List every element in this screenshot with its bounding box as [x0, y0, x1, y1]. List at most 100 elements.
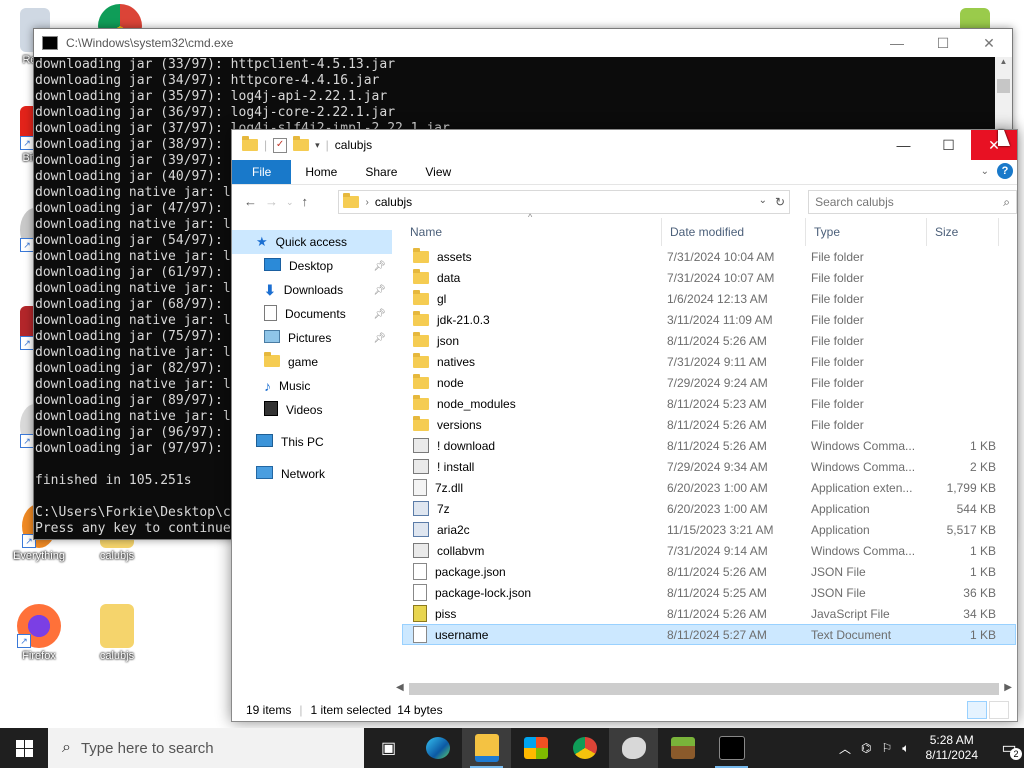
taskbar-chrome[interactable]	[560, 728, 609, 768]
tab-home[interactable]: Home	[291, 160, 351, 184]
file-row[interactable]: collabvm 7/31/2024 9:14 AM Windows Comma..…	[402, 540, 1016, 561]
firefox-desktop-icon[interactable]: ↗ Firefox	[4, 604, 74, 662]
file-row[interactable]: natives 7/31/2024 9:11 AM File folder	[402, 351, 1016, 372]
file-row[interactable]: piss 8/11/2024 5:26 AM JavaScript File 34 K…	[402, 603, 1016, 624]
file-row[interactable]: ! install 7/29/2024 9:34 AM Windows Comma.…	[402, 456, 1016, 477]
nav-item-quick-access[interactable]: ★ Quick access	[232, 230, 392, 254]
refresh-icon[interactable]: ↻	[775, 195, 785, 209]
minimize-icon[interactable]: —	[881, 130, 926, 160]
minimize-icon[interactable]: —	[874, 35, 920, 52]
search-input[interactable]: Search calubjs ⌕	[808, 190, 1017, 214]
taskbar-cmd[interactable]	[707, 728, 756, 768]
customize-dropdown-icon[interactable]: ▾	[315, 140, 320, 151]
properties-icon[interactable]: ✓	[273, 137, 288, 153]
chevron-right-icon[interactable]: ›	[365, 197, 368, 208]
file-row[interactable]: username 8/11/2024 5:27 AM Text Document 1 …	[402, 624, 1016, 645]
nav-item-downloads[interactable]: ⬇ Downloads 📌︎	[232, 278, 392, 302]
file-name-cell: 7z.dll	[403, 479, 663, 496]
file-row[interactable]: 7z 6/20/2023 1:00 AM Application 544 KB	[402, 498, 1016, 519]
file-type: File folder	[811, 396, 864, 411]
show-hidden-icons-icon[interactable]: ︿	[839, 740, 851, 757]
file-list-vertical-scrollbar[interactable]	[1003, 218, 1017, 678]
file-name-cell: assets	[403, 247, 663, 264]
file-row[interactable]: package.json 8/11/2024 5:26 AM JSON File 1 …	[402, 561, 1016, 582]
new-folder-icon[interactable]	[293, 136, 310, 151]
file-row[interactable]: gl 1/6/2024 12:13 AM File folder	[402, 288, 1016, 309]
volume-icon[interactable]: 🔈︎	[902, 741, 909, 756]
clock[interactable]: 5:28 AM 8/11/2024	[926, 733, 979, 763]
scroll-up-icon[interactable]: ▲	[995, 57, 1012, 66]
file-name: jdk-21.0.3	[437, 312, 490, 327]
network-tray-icon[interactable]: ⌬	[861, 741, 871, 755]
file-row[interactable]: json 8/11/2024 5:26 AM File folder	[402, 330, 1016, 351]
task-view-button[interactable]: ▣	[364, 728, 413, 768]
folder-icon	[413, 352, 429, 368]
taskbar-minecraft[interactable]	[658, 728, 707, 768]
up-arrow-icon[interactable]: ↑	[302, 194, 309, 210]
horizontal-scrollbar[interactable]: ◀ ▶	[392, 681, 1016, 698]
nav-item-label: This PC	[281, 435, 324, 449]
scrollbar-thumb[interactable]	[997, 79, 1010, 93]
file-name-cell: package.json	[403, 563, 663, 580]
cmd-titlebar[interactable]: C:\Windows\system32\cmd.exe — ☐ ✕	[34, 29, 1012, 57]
file-row[interactable]: versions 8/11/2024 5:26 AM File folder	[402, 414, 1016, 435]
file-date: 8/11/2024 5:26 AM	[667, 606, 767, 621]
nav-item-network[interactable]: Network	[232, 462, 392, 486]
taskbar-file-explorer[interactable]	[462, 728, 511, 768]
notification-center-button[interactable]: ▭ 2	[994, 728, 1024, 768]
back-arrow-icon[interactable]: ←	[244, 194, 257, 210]
nav-item-this-pc[interactable]: This PC	[232, 430, 392, 454]
desktop-icon-label: Everything	[13, 550, 65, 562]
calubjs-desktop-folder[interactable]: calubjs	[82, 604, 152, 662]
nav-item-desktop[interactable]: Desktop 📌︎	[232, 254, 392, 278]
nav-item-label: Documents	[285, 307, 346, 321]
file-name: json	[437, 333, 460, 348]
close-icon[interactable]: ✕	[966, 35, 1012, 52]
file-row[interactable]: node_modules 8/11/2024 5:23 AM File folder	[402, 393, 1016, 414]
recent-locations-icon[interactable]: ⌄	[286, 194, 294, 210]
start-button[interactable]	[0, 728, 48, 768]
column-date-modified[interactable]: Date modified	[662, 218, 806, 246]
file-row[interactable]: aria2c 11/15/2023 3:21 AM Application 5,517…	[402, 519, 1016, 540]
file-row[interactable]: assets 7/31/2024 10:04 AM File folder	[402, 246, 1016, 267]
forward-arrow-icon[interactable]: →	[265, 194, 278, 210]
nav-item-documents[interactable]: Documents 📌︎	[232, 302, 392, 326]
tab-file[interactable]: File	[232, 160, 292, 184]
file-row[interactable]: package-lock.json 8/11/2024 5:25 AM JSON F…	[402, 582, 1016, 603]
expand-ribbon-icon[interactable]: ⌄	[981, 166, 989, 177]
explorer-titlebar[interactable]: | ✓ ▾ | calubjs — ☐ ✕	[232, 130, 1017, 160]
taskbar-paint[interactable]	[609, 728, 658, 768]
address-bar[interactable]: › calubjs ⌄ ↻	[338, 190, 791, 214]
taskbar-edge[interactable]	[413, 728, 462, 768]
column-type[interactable]: Type	[806, 218, 927, 246]
wifi-icon[interactable]: ⚐	[882, 741, 893, 755]
nav-item-game[interactable]: game	[232, 350, 392, 374]
taskbar-search-box[interactable]: ⌕ Type here to search	[48, 728, 364, 768]
file-row[interactable]: data 7/31/2024 10:07 AM File folder	[402, 267, 1016, 288]
file-name: package.json	[435, 564, 506, 579]
column-size[interactable]: Size	[927, 218, 999, 246]
nav-item-videos[interactable]: Videos	[232, 398, 392, 422]
nav-item-pictures[interactable]: Pictures 📌︎	[232, 326, 392, 350]
scrollbar-thumb[interactable]	[409, 683, 999, 695]
taskbar-store[interactable]	[511, 728, 560, 768]
maximize-icon[interactable]: ☐	[920, 35, 966, 52]
explorer-window[interactable]: | ✓ ▾ | calubjs — ☐ ✕ File Home Share Vi…	[231, 129, 1018, 722]
scroll-right-icon[interactable]: ▶	[1004, 682, 1012, 693]
nav-item-music[interactable]: ♪ Music	[232, 374, 392, 398]
help-icon[interactable]: ?	[997, 163, 1013, 179]
file-row[interactable]: node 7/29/2024 9:24 AM File folder	[402, 372, 1016, 393]
tab-view[interactable]: View	[411, 160, 465, 184]
large-icons-view-icon[interactable]	[989, 701, 1009, 719]
maximize-icon[interactable]: ☐	[926, 130, 971, 160]
details-view-icon[interactable]	[967, 701, 987, 719]
file-row[interactable]: jdk-21.0.3 3/11/2024 11:09 AM File folder	[402, 309, 1016, 330]
pin-icon: 📌︎	[373, 308, 386, 320]
close-icon[interactable]: ✕	[971, 130, 1017, 160]
chevron-down-icon[interactable]: ⌄	[759, 195, 767, 209]
file-row[interactable]: ! download 8/11/2024 5:26 AM Windows Comma…	[402, 435, 1016, 456]
scroll-left-icon[interactable]: ◀	[396, 682, 404, 693]
column-name[interactable]: Name	[402, 218, 662, 246]
file-row[interactable]: 7z.dll 6/20/2023 1:00 AM Application exten…	[402, 477, 1016, 498]
tab-share[interactable]: Share	[351, 160, 411, 184]
